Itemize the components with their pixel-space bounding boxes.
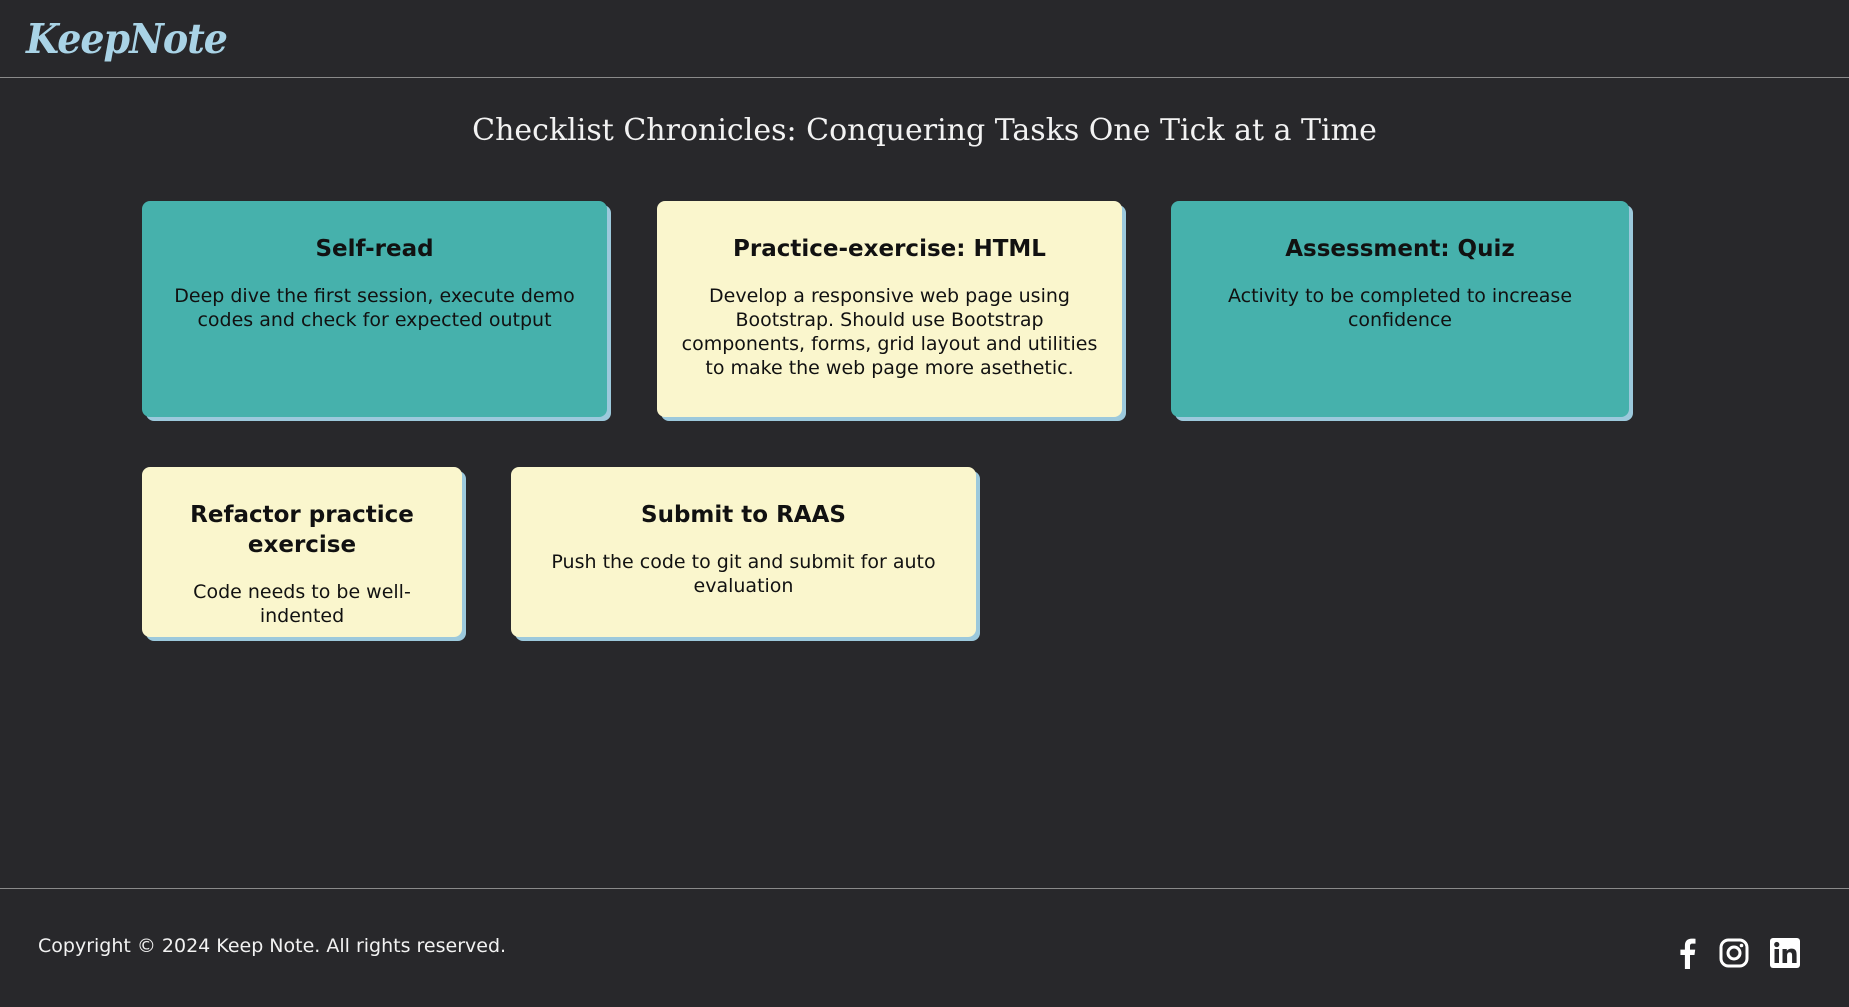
- note-card-description: Develop a responsive web page using Boot…: [681, 285, 1098, 379]
- note-card-title: Practice-exercise: HTML: [733, 236, 1046, 262]
- page-title: Checklist Chronicles: Conquering Tasks O…: [472, 113, 1377, 148]
- note-card-title: Assessment: Quiz: [1285, 236, 1515, 262]
- footer: Copyright © 2024 Keep Note. All rights r…: [0, 888, 1849, 1007]
- facebook-icon-glyph: [1680, 938, 1696, 969]
- note-card-title: Refactor practice exercise: [190, 502, 414, 558]
- header: KeepNote: [0, 0, 1849, 78]
- note-card[interactable]: Assessment: Quiz Activity to be complete…: [1171, 201, 1629, 417]
- facebook-icon[interactable]: [1671, 937, 1703, 969]
- note-card-description: Deep dive the first session, execute dem…: [174, 285, 575, 331]
- instagram-icon[interactable]: [1718, 937, 1750, 969]
- note-card[interactable]: Refactor practice exercise Code needs to…: [142, 467, 462, 637]
- note-card[interactable]: Submit to RAAS Push the code to git and …: [511, 467, 976, 637]
- note-card-title: Self-read: [315, 236, 434, 262]
- copyright-text: Copyright © 2024 Keep Note. All rights r…: [38, 935, 507, 957]
- note-card[interactable]: Practice-exercise: HTML Develop a respon…: [657, 201, 1122, 417]
- linkedin-icon-glyph: [1770, 938, 1800, 968]
- note-card-description: Code needs to be well-indented: [193, 581, 411, 627]
- logo[interactable]: KeepNote: [26, 14, 228, 63]
- note-card[interactable]: Self-read Deep dive the first session, e…: [142, 201, 607, 417]
- note-card-description: Activity to be completed to increase con…: [1227, 285, 1573, 331]
- linkedin-icon[interactable]: [1769, 937, 1801, 969]
- instagram-icon-glyph: [1719, 938, 1749, 968]
- note-card-description: Push the code to git and submit for auto…: [551, 551, 936, 597]
- note-card-title: Submit to RAAS: [641, 502, 846, 528]
